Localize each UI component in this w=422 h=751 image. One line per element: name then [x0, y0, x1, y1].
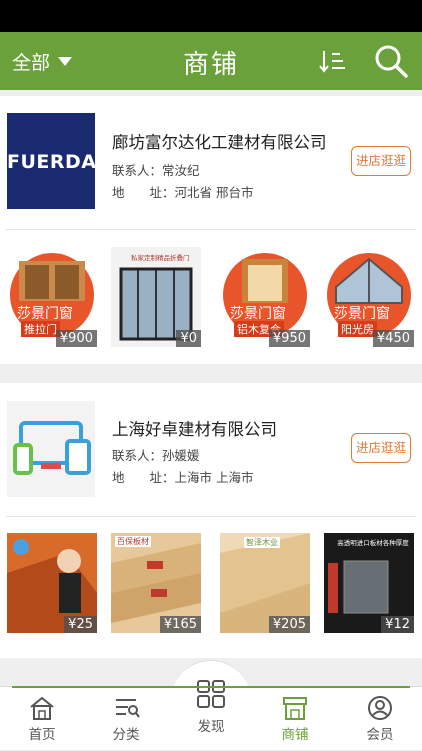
- product-price: ¥0: [176, 330, 201, 347]
- home-icon: [30, 696, 54, 720]
- shop-logo: [7, 401, 95, 497]
- address-value: 上海市 上海市: [174, 470, 254, 485]
- product-price: ¥900: [55, 330, 97, 347]
- tab-label: 商铺: [281, 727, 309, 743]
- tab-member[interactable]: 会员: [338, 687, 422, 751]
- visit-store-button[interactable]: 进店逛逛: [351, 146, 411, 176]
- product-price: ¥950: [268, 330, 310, 347]
- address-value: 河北省 邢台市: [174, 185, 254, 200]
- grid-discover-icon: [197, 680, 225, 708]
- tab-label: 会员: [366, 727, 394, 743]
- tab-store[interactable]: 商铺: [253, 687, 337, 751]
- tab-label: 分类: [112, 727, 140, 743]
- product-price: ¥205: [268, 616, 310, 633]
- user-icon: [368, 696, 392, 720]
- top-bar: 全部 商铺: [0, 32, 422, 90]
- bottom-tab-bar: 首页 分类 发现 商铺 会员: [0, 680, 422, 751]
- contact-value: 孙媛媛: [162, 448, 200, 463]
- product-text-top: 莎景门窗: [334, 306, 390, 322]
- product-price: ¥25: [64, 616, 97, 633]
- product-text-bottom: 阳光房: [338, 321, 377, 337]
- product-text-top: 高透明进口板材各种厚度: [337, 539, 409, 547]
- shop-address: 地 址：上海市 上海市: [112, 467, 254, 486]
- sort-icon[interactable]: [318, 46, 348, 76]
- shop-contact: 联系人：孙媛媛: [112, 445, 200, 464]
- product-thumb[interactable]: 高透明进口板材各种厚度 ¥12: [324, 533, 414, 633]
- tab-divider: [12, 686, 410, 688]
- shop-card[interactable]: 上海好卓建材有限公司 联系人：孙媛媛 地 址：上海市 上海市 进店逛逛 ¥25 …: [0, 383, 422, 658]
- tab-discover[interactable]: 发现: [169, 680, 253, 751]
- product-thumb[interactable]: 莎景门窗 阳光房 ¥450: [324, 247, 414, 347]
- product-text-top: 私家定制精品折叠门: [131, 254, 190, 262]
- product-thumb[interactable]: 私家定制精品折叠门 ¥0: [111, 247, 201, 347]
- shop-contact: 联系人：常汝纪: [112, 160, 200, 179]
- search-icon[interactable]: [372, 42, 410, 80]
- status-bar: [0, 0, 422, 32]
- product-text-bottom: 推拉门: [21, 321, 60, 337]
- shop-address: 地 址：河北省 邢台市: [112, 182, 254, 201]
- product-text-top: 百保板材: [115, 536, 151, 547]
- product-thumb[interactable]: 百保板材 ¥165: [111, 533, 201, 633]
- product-price: ¥450: [372, 330, 414, 347]
- product-text-top: 智泽木业: [244, 537, 280, 548]
- divider: [6, 229, 416, 230]
- category-list-icon: [116, 699, 140, 718]
- store-icon: [283, 697, 307, 720]
- divider: [6, 516, 416, 517]
- tab-category[interactable]: 分类: [84, 687, 168, 751]
- tab-home[interactable]: 首页: [0, 687, 84, 751]
- shop-name[interactable]: 廊坊富尔达化工建材有限公司: [112, 129, 327, 153]
- product-text-top: 莎景门窗: [17, 306, 73, 322]
- product-thumb[interactable]: 智泽木业 ¥205: [220, 533, 310, 633]
- product-thumb[interactable]: 莎景门窗 推拉门 ¥900: [7, 247, 97, 347]
- visit-store-button[interactable]: 进店逛逛: [351, 433, 411, 463]
- contact-label: 联系人：: [112, 163, 163, 178]
- product-price: ¥12: [381, 616, 414, 633]
- product-thumb[interactable]: 莎景门窗 铝木复合 ¥950: [220, 247, 310, 347]
- product-price: ¥165: [159, 616, 201, 633]
- contact-label: 联系人：: [112, 448, 163, 463]
- page-title: 商铺: [182, 50, 239, 80]
- shop-card[interactable]: FUERDA 廊坊富尔达化工建材有限公司 联系人：常汝纪 地 址：河北省 邢台市…: [0, 96, 422, 364]
- contact-value: 常汝纪: [162, 163, 200, 178]
- product-text-top: 莎景门窗: [230, 306, 286, 322]
- shop-logo: FUERDA: [7, 113, 97, 209]
- product-thumb[interactable]: ¥25: [7, 533, 97, 633]
- logo-text: FUERDA: [7, 151, 97, 173]
- devices-logo-icon: [13, 421, 91, 475]
- address-label: 地 址：: [112, 470, 175, 485]
- tab-label: 首页: [28, 727, 56, 743]
- tab-label: 发现: [197, 719, 225, 735]
- address-label: 地 址：: [112, 185, 175, 200]
- shop-name[interactable]: 上海好卓建材有限公司: [112, 416, 277, 440]
